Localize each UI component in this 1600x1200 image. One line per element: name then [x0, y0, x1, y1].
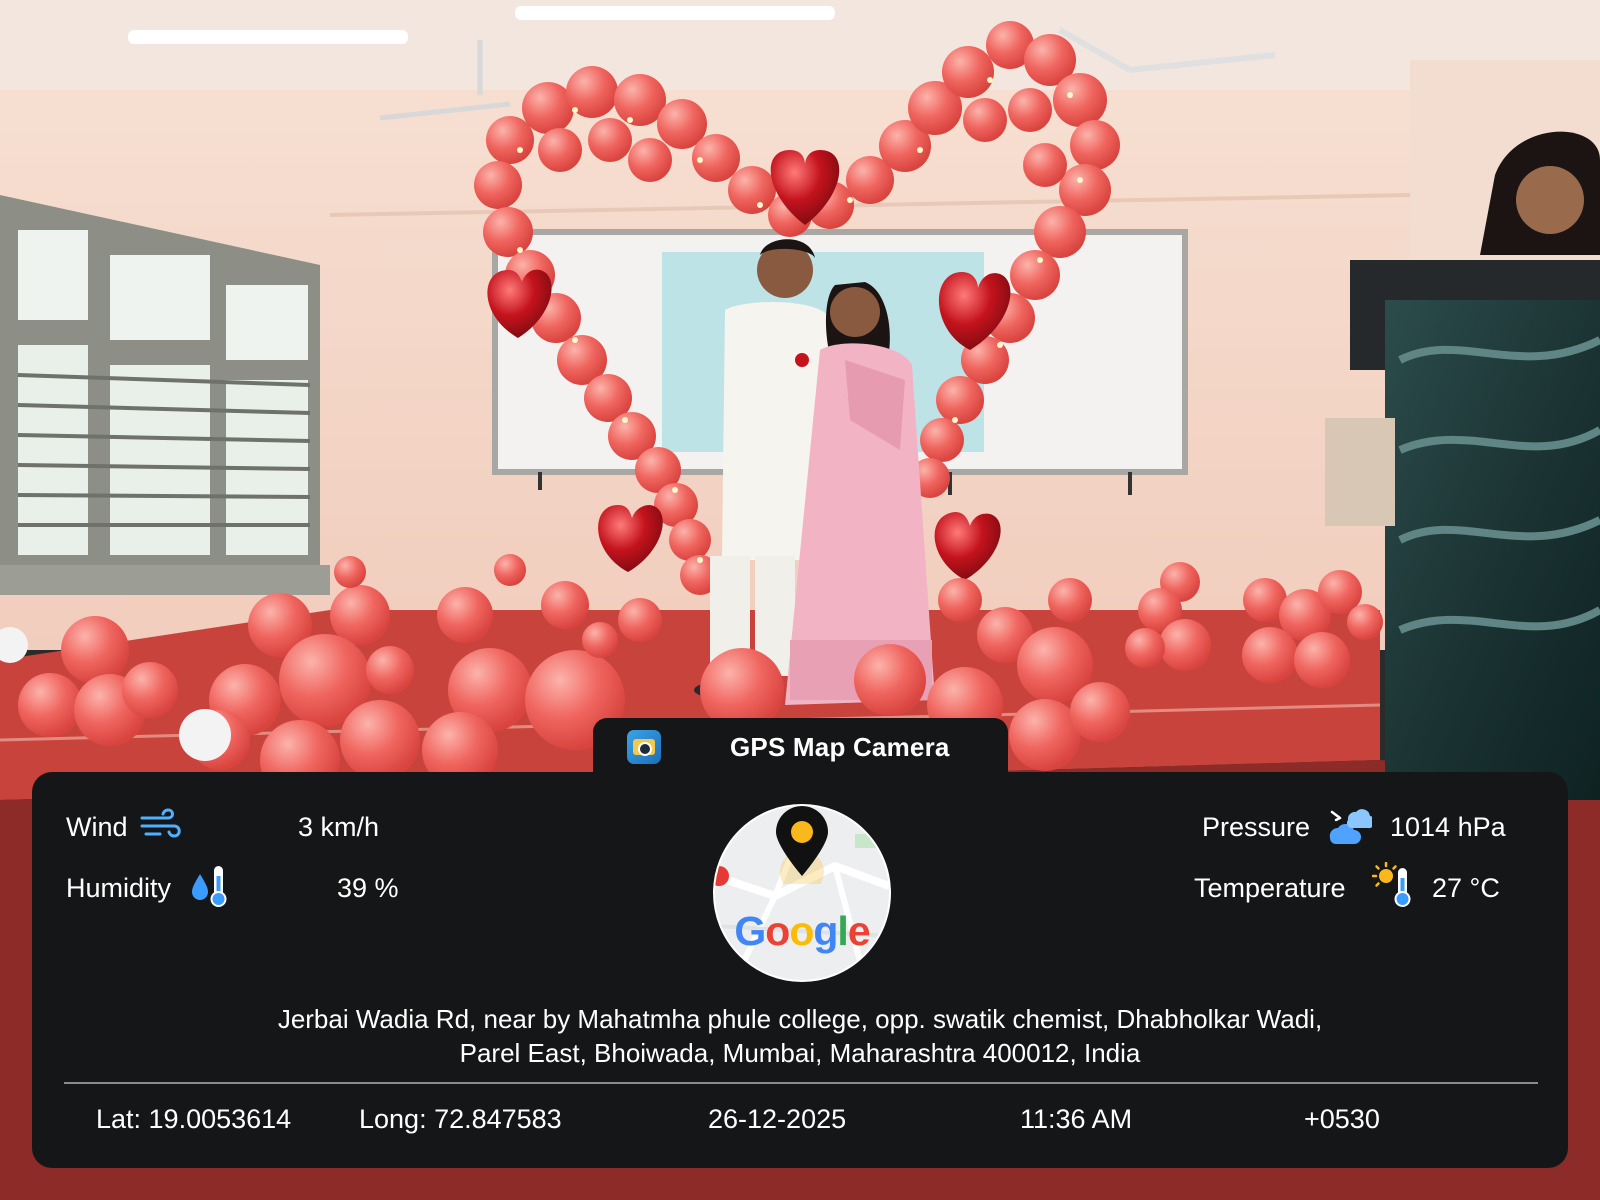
- sun-thermometer-icon: [1372, 862, 1411, 907]
- pressure-label: Pressure: [1202, 812, 1311, 842]
- time: 11:36 AM: [1020, 1104, 1133, 1134]
- ceiling-light-left: [128, 30, 408, 44]
- pressure-value: 1014 hPa: [1390, 812, 1506, 842]
- pressure-cloud-icon: [1329, 809, 1372, 844]
- longitude: Long: 72.847583: [359, 1104, 562, 1134]
- address-text: Jerbai Wadia Rd, near by Mahatmha phule …: [72, 1002, 1528, 1070]
- temperature-label: Temperature: [1194, 873, 1346, 903]
- app-title: GPS Map Camera: [730, 732, 950, 762]
- timezone: +0530: [1304, 1104, 1380, 1134]
- address-line-2: Parel East, Bhoiwada, Mumbai, Maharashtr…: [459, 1038, 1141, 1068]
- humidity-label: Humidity: [66, 873, 172, 903]
- humidity-thermometer-icon: [192, 866, 227, 907]
- gps-info-panel: Wind 3 km/h Humidity 39 % Google Pressur…: [32, 772, 1568, 1168]
- panel-divider: [64, 1082, 1538, 1084]
- google-logo: Google: [734, 908, 870, 954]
- latitude: Lat: 19.0053614: [96, 1104, 292, 1134]
- wall-cabinet: [1325, 418, 1395, 526]
- ceiling-light-right: [515, 6, 835, 20]
- podium: [1350, 260, 1600, 800]
- location-pin-icon: [776, 806, 828, 884]
- temperature-value: 27 °C: [1432, 873, 1500, 903]
- wind-icon: [140, 808, 181, 838]
- wind-value: 3 km/h: [298, 812, 380, 842]
- gps-map-camera-app-icon: [627, 730, 661, 764]
- date: 26-12-2025: [708, 1104, 847, 1134]
- gps-map-camera-tab: GPS Map Camera: [593, 718, 1008, 774]
- humidity-value: 39 %: [337, 873, 399, 903]
- wind-label: Wind: [66, 812, 128, 842]
- address-line-1: Jerbai Wadia Rd, near by Mahatmha phule …: [277, 1004, 1323, 1034]
- map-thumbnail: Google: [713, 804, 891, 982]
